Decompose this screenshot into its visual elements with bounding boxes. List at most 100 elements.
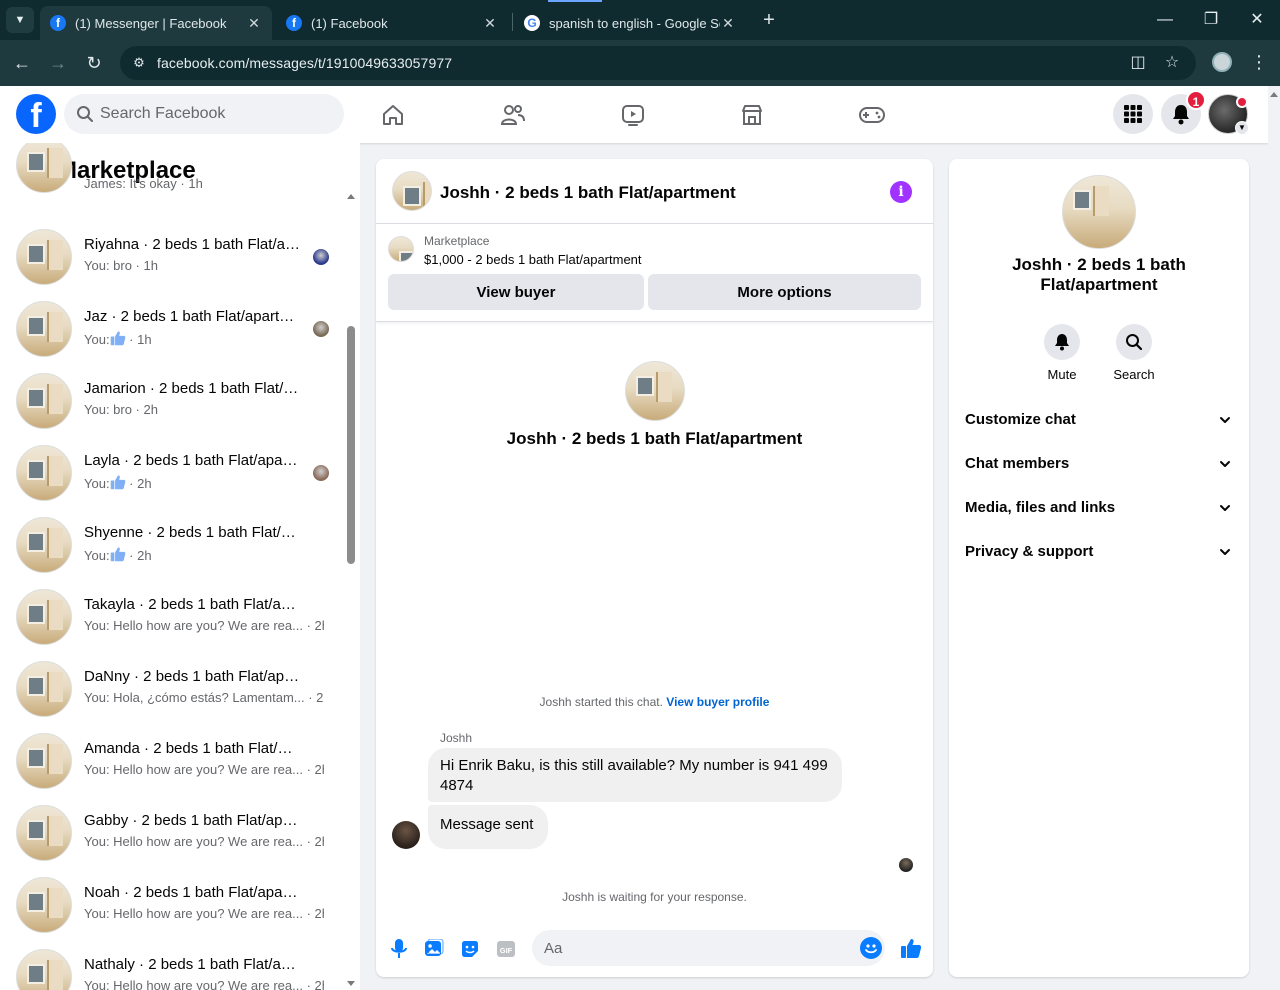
photo-icon[interactable]	[423, 938, 445, 960]
account-chevron-down-icon[interactable]: ▼	[1235, 121, 1249, 135]
menu-grid-icon[interactable]	[1113, 94, 1153, 134]
minimize-icon[interactable]: —	[1153, 8, 1177, 32]
details-name: Joshh · 2 beds 1 bath Flat/apartment	[1012, 255, 1186, 294]
sidebar-scrollbar-thumb[interactable]	[347, 326, 355, 564]
view-buyer-button[interactable]: View buyer	[388, 274, 644, 310]
tab-google[interactable]: G spanish to english - Google Sea ✕	[514, 6, 746, 40]
install-app-icon[interactable]: ◫	[1128, 54, 1148, 72]
thumbs-up-icon	[110, 546, 126, 565]
site-info-icon[interactable]: ⚙	[130, 55, 148, 71]
omnibox[interactable]: ⚙ facebook.com/messages/t/19100496330579…	[120, 46, 1196, 80]
info-icon[interactable]: i	[890, 181, 912, 203]
preview-text: You: Hello how are you? We are rea... · …	[84, 834, 324, 849]
home-icon[interactable]	[378, 100, 408, 130]
conversation-item[interactable]: Gabby · 2 beds 1 bath Flat/apartment You:…	[8, 797, 338, 869]
details-avatar[interactable]	[1062, 175, 1136, 249]
customize-chat-section[interactable]: Customize chat	[957, 398, 1241, 442]
chevron-down-icon	[1220, 549, 1230, 555]
conversation-item[interactable]: James: It's okay · 1h	[8, 143, 338, 201]
marketplace-icon[interactable]	[737, 100, 767, 130]
thumbs-up-icon[interactable]	[899, 936, 923, 960]
conversation-item[interactable]: Amanda · 2 beds 1 bath Flat/apartment You…	[8, 725, 338, 797]
microphone-icon[interactable]	[388, 938, 410, 960]
sticker-icon[interactable]	[459, 938, 481, 960]
conversation-item[interactable]: Takayla · 2 beds 1 bath Flat/apartment Yo…	[8, 581, 338, 653]
preview-text: You: Hello how are you? We are rea... · …	[84, 906, 324, 921]
conversation-sidebar: Marketplace James: It's okay · 1h Riyahn…	[0, 143, 360, 990]
browser-profile-avatar[interactable]	[1212, 52, 1232, 72]
new-tab-icon[interactable]: +	[758, 8, 780, 32]
browser-menu-icon[interactable]: ⋮	[1250, 50, 1268, 74]
gaming-icon[interactable]	[857, 100, 887, 130]
address-bar-row: ← → ↻ ⚙ facebook.com/messages/t/19100496…	[0, 40, 1280, 86]
facebook-search-input[interactable]	[100, 94, 336, 134]
chat-title[interactable]: Joshh · 2 beds 1 bath Flat/apartment	[440, 183, 736, 203]
incoming-message[interactable]: Hi Enrik Baku, is this still available? …	[428, 748, 842, 802]
notification-count-badge: 1	[1186, 90, 1206, 110]
listing-price-title[interactable]: $1,000 - 2 beds 1 bath Flat/apartment	[424, 252, 642, 267]
tab-facebook[interactable]: f (1) Facebook ✕	[276, 6, 508, 40]
message-input[interactable]	[544, 930, 844, 966]
scroll-up-icon[interactable]	[347, 194, 355, 199]
bell-icon	[1044, 324, 1080, 360]
close-tab-icon[interactable]: ✕	[246, 15, 262, 32]
facebook-search[interactable]	[64, 94, 344, 134]
conversation-preview: James: It's okay · 1h	[84, 176, 203, 191]
privacy-support-section[interactable]: Privacy & support	[957, 530, 1241, 574]
scroll-down-icon[interactable]	[347, 981, 355, 986]
thumbs-up-icon	[110, 330, 126, 349]
view-buyer-profile-link[interactable]: View buyer profile	[666, 695, 769, 709]
conversation-item[interactable]: DaNny · 2 beds 1 bath Flat/apartment You:…	[8, 653, 338, 725]
browser-tab-strip: ▼ f (1) Messenger | Facebook ✕ f (1) Fac…	[0, 0, 1280, 40]
more-options-button[interactable]: More options	[648, 274, 921, 310]
conversation-item[interactable]: Jaz · 2 beds 1 bath Flat/apartment You: ·…	[8, 293, 338, 365]
page-scroll-up-icon[interactable]	[1270, 92, 1278, 97]
reload-icon[interactable]: ↻	[82, 51, 106, 75]
conversation-item[interactable]: Shyenne · 2 beds 1 bath Flat/apartment Yo…	[8, 509, 338, 581]
mute-button[interactable]: Mute	[1032, 324, 1092, 382]
facebook-logo[interactable]: f	[16, 94, 56, 134]
watch-icon[interactable]	[618, 100, 648, 130]
url-text[interactable]: facebook.com/messages/t/1910049633057977	[157, 55, 452, 71]
conversation-name: Shyenne · 2 beds 1 bath Flat/apartment	[84, 524, 300, 541]
back-icon[interactable]: ←	[10, 51, 34, 75]
chat-members-section[interactable]: Chat members	[957, 442, 1241, 486]
read-receipt-avatar	[899, 858, 913, 872]
page-scrollbar[interactable]	[1268, 86, 1280, 990]
incoming-message[interactable]: Message sent	[428, 805, 548, 849]
conversation-item[interactable]: Noah · 2 beds 1 bath Flat/apartment You: …	[8, 869, 338, 941]
conversation-name: Amanda · 2 beds 1 bath Flat/apartment	[84, 740, 300, 757]
seen-avatar	[313, 465, 329, 481]
tab-messenger[interactable]: f (1) Messenger | Facebook ✕	[40, 6, 272, 40]
close-window-icon[interactable]: ✕	[1245, 8, 1269, 32]
gif-icon[interactable]: GIF	[495, 938, 517, 960]
google-favicon-icon: G	[524, 15, 540, 31]
listing-thumbnail	[16, 661, 72, 717]
sender-avatar[interactable]	[392, 821, 420, 849]
chat-avatar[interactable]	[392, 171, 432, 211]
tab-search-dropdown-icon[interactable]: ▼	[6, 7, 34, 33]
restore-icon[interactable]: ❐	[1199, 8, 1223, 32]
close-tab-icon[interactable]: ✕	[720, 15, 736, 32]
conversation-item[interactable]: Nathaly · 2 beds 1 bath Flat/apartment Yo…	[8, 941, 338, 990]
conversation-preview: You: Hello how are you? We are rea... · …	[84, 834, 324, 849]
conversation-preview: You: bro · 1h	[84, 258, 324, 273]
conversation-name: DaNny · 2 beds 1 bath Flat/apartment	[84, 668, 300, 685]
facebook-logo-letter: f	[30, 97, 42, 134]
chevron-down-icon	[1220, 417, 1230, 423]
media-files-links-section[interactable]: Media, files and links	[957, 486, 1241, 530]
message-composer[interactable]	[532, 930, 885, 966]
search-in-conversation-button[interactable]: Search	[1104, 324, 1164, 382]
friends-icon[interactable]	[498, 100, 528, 130]
bookmark-star-icon[interactable]: ☆	[1162, 54, 1182, 72]
conversation-item[interactable]: Layla · 2 beds 1 bath Flat/apartment You:…	[8, 437, 338, 509]
emoji-icon[interactable]	[860, 937, 882, 959]
close-tab-icon[interactable]: ✕	[482, 15, 498, 32]
conversation-item[interactable]: Jamarion · 2 beds 1 bath Flat/apartment Y…	[8, 365, 338, 437]
conversation-item[interactable]: Riyahna · 2 beds 1 bath Flat/apartment Yo…	[8, 221, 338, 293]
section-label: Media, files and links	[965, 499, 1116, 516]
listing-thumbnail	[16, 877, 72, 933]
forward-icon[interactable]: →	[46, 51, 70, 75]
intro-name: Joshh · 2 beds 1 bath Flat/apartment	[506, 429, 803, 448]
conversation-preview: You: Hello how are you? We are rea... · …	[84, 618, 324, 633]
